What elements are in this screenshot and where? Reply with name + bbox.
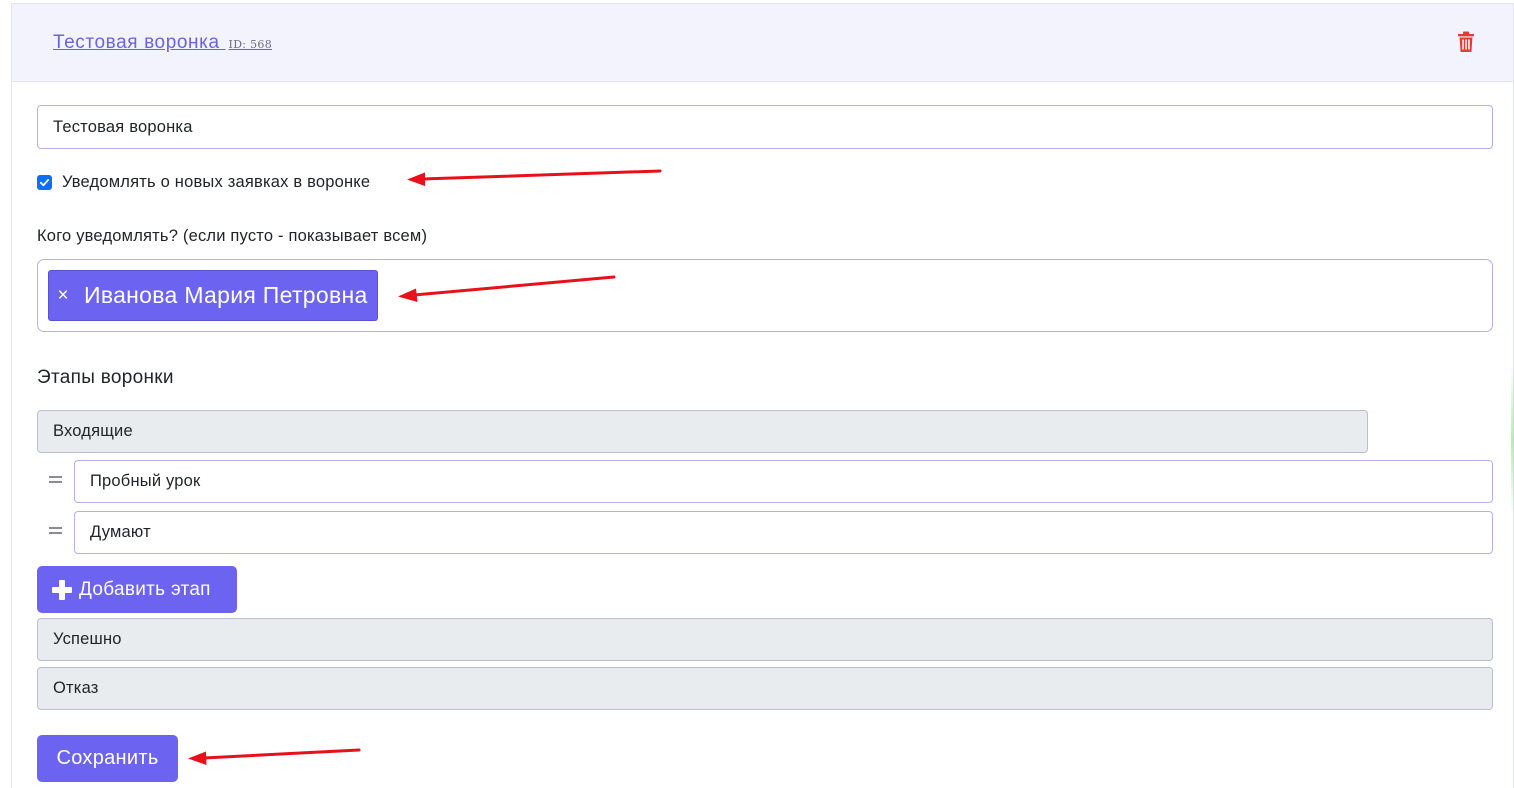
funnel-id: ID: 568 [228,38,273,51]
checkmark-icon [39,178,50,186]
annotation-arrow-icon [398,275,616,302]
funnel-title-link[interactable]: Тестовая воронка ID: 568 [53,32,272,54]
annotation-arrow-icon [188,748,361,765]
stage-refusal: Отказ [37,667,1493,710]
stages-heading: Этапы воронки [37,367,174,388]
selected-user-name: Иванова Мария Петровна [84,282,368,308]
stage-incoming: Входящие [37,410,1368,453]
stage-name-input[interactable] [74,511,1493,554]
funnel-name-input[interactable] [37,105,1493,149]
drag-handle-icon[interactable] [49,527,62,535]
remove-user-button[interactable]: × [49,285,77,307]
save-button[interactable]: Сохранить [37,735,178,782]
notify-checkbox[interactable] [37,174,52,190]
notify-row: Уведомлять о новых заявках в воронке [37,170,370,194]
funnel-title-text: Тестовая воронка [53,32,220,53]
stage-row [37,460,1493,504]
selected-user-tag: × Иванова Мария Петровна [48,270,378,321]
notify-recipients-select[interactable]: × Иванова Мария Петровна [37,259,1493,332]
add-stage-button[interactable]: Добавить этап [37,566,237,613]
stage-success: Успешно [37,618,1493,661]
notify-recipients-label: Кого уведомлять? (если пусто - показывае… [37,227,428,245]
add-stage-label: Добавить этап [79,578,211,600]
annotation-arrow-icon [407,169,662,186]
trash-icon[interactable] [1457,31,1475,53]
save-label: Сохранить [56,747,159,769]
plus-icon [51,579,73,601]
drag-handle-icon[interactable] [49,476,62,484]
stage-row [37,511,1493,555]
funnel-card-header: Тестовая воронка ID: 568 [12,4,1513,82]
stage-name-input[interactable] [74,460,1493,503]
notify-label[interactable]: Уведомлять о новых заявках в воронке [62,173,370,192]
